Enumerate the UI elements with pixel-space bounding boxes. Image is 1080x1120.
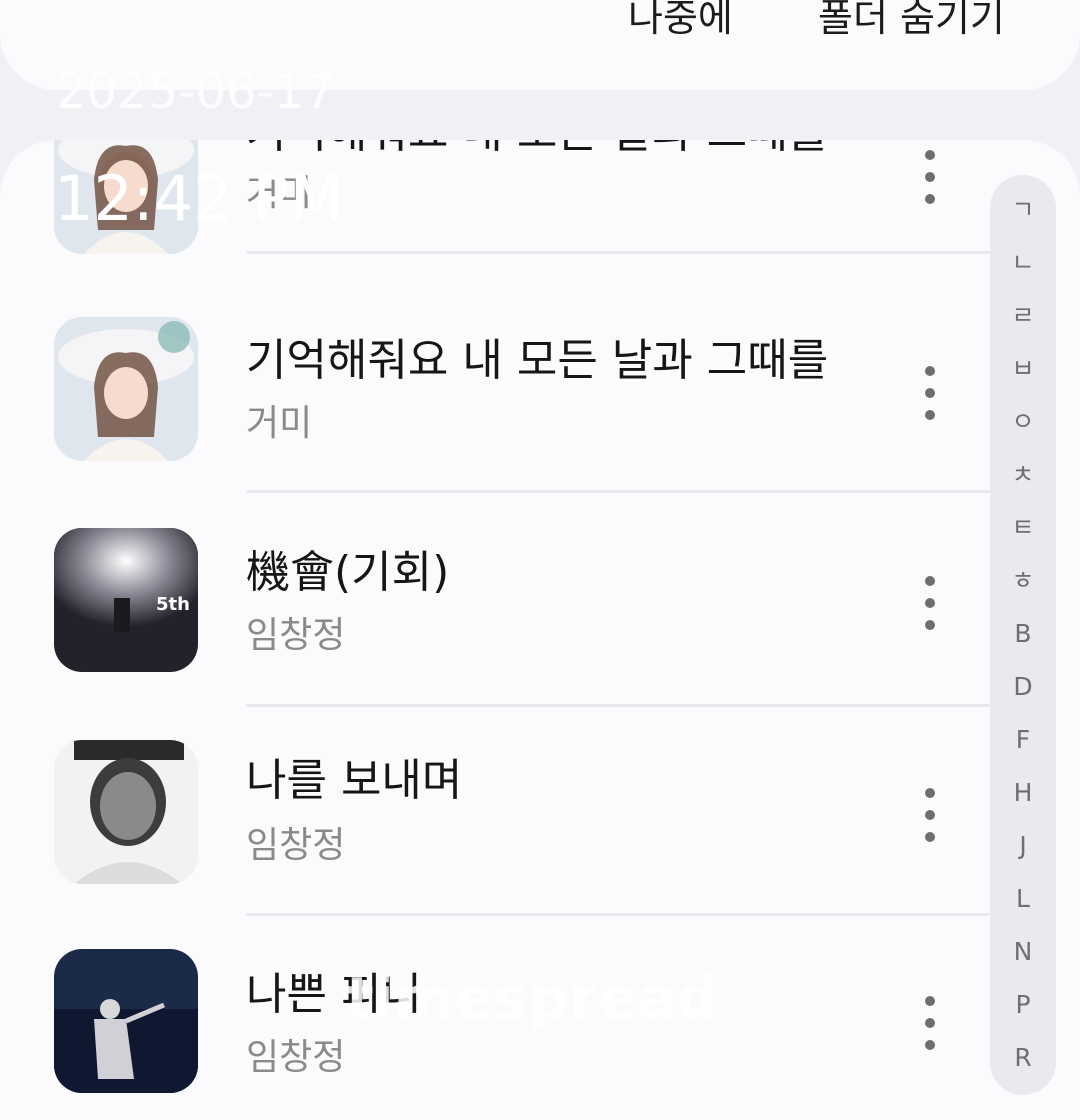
index-letter[interactable]: B: [990, 619, 1056, 649]
index-letter[interactable]: ㅎ: [990, 566, 1056, 596]
hide-folder-button[interactable]: 폴더 숨기기: [818, 0, 1005, 38]
song-artist: 임창정: [246, 615, 346, 656]
list-item[interactable]: 나를 보내며 임창정: [0, 732, 990, 944]
divider: [246, 490, 990, 493]
divider: [246, 704, 990, 707]
index-letter[interactable]: ㅊ: [990, 460, 1056, 490]
more-options-icon[interactable]: [914, 366, 946, 436]
more-options-icon[interactable]: [914, 576, 946, 646]
index-letter[interactable]: F: [990, 725, 1056, 755]
song-title: 기억해줘요 내 모든 날과 그때를: [246, 335, 829, 386]
list-item[interactable]: 기억해줘요 내 모든 날과 그때를 거미: [0, 310, 990, 520]
song-artist: 거미: [246, 403, 313, 444]
song-title: 기억해줘요 내 모든 날과 그때를: [246, 140, 828, 158]
index-letter[interactable]: H: [990, 778, 1056, 808]
watermark: timespread: [346, 964, 719, 1032]
list-item[interactable]: 5th 機會(기회) 임창정: [0, 520, 990, 735]
album-art-lim-5th: 5th: [54, 528, 198, 672]
divider: [246, 913, 990, 916]
index-letter[interactable]: ㄱ: [990, 195, 1056, 225]
index-letter[interactable]: ㄴ: [990, 248, 1056, 278]
index-letter[interactable]: ㅇ: [990, 407, 1056, 437]
more-options-icon[interactable]: [914, 788, 946, 858]
index-letter[interactable]: D: [990, 672, 1056, 702]
index-letter[interactable]: ㅌ: [990, 513, 1056, 543]
song-title: 機會(기회): [246, 547, 450, 598]
later-button[interactable]: 나중에: [628, 0, 733, 38]
album-5th-text: 5th: [156, 594, 190, 615]
index-letter[interactable]: J: [990, 831, 1056, 861]
index-letter[interactable]: N: [990, 937, 1056, 967]
overlay-time: 12:42 PM: [54, 162, 344, 235]
index-letter[interactable]: R: [990, 1043, 1056, 1073]
album-art-lim-portrait: [54, 740, 198, 884]
album-art-gummy: [54, 317, 198, 461]
index-letter[interactable]: ㅂ: [990, 354, 1056, 384]
more-options-icon[interactable]: [914, 150, 946, 220]
song-artist: 임창정: [246, 1037, 346, 1078]
song-title: 나를 보내며: [246, 755, 463, 806]
index-letter[interactable]: P: [990, 990, 1056, 1020]
divider: [246, 251, 990, 254]
song-artist: 임창정: [246, 825, 346, 866]
index-letter[interactable]: ㄹ: [990, 301, 1056, 331]
index-letter[interactable]: L: [990, 884, 1056, 914]
overlay-date: 2025-06-17: [56, 64, 335, 120]
album-art-lim-stage: [54, 949, 198, 1093]
alphabet-index-scrollbar[interactable]: ㄱ ㄴ ㄹ ㅂ ㅇ ㅊ ㅌ ㅎ B D F H J L N P R: [990, 175, 1056, 1095]
more-options-icon[interactable]: [914, 996, 946, 1066]
